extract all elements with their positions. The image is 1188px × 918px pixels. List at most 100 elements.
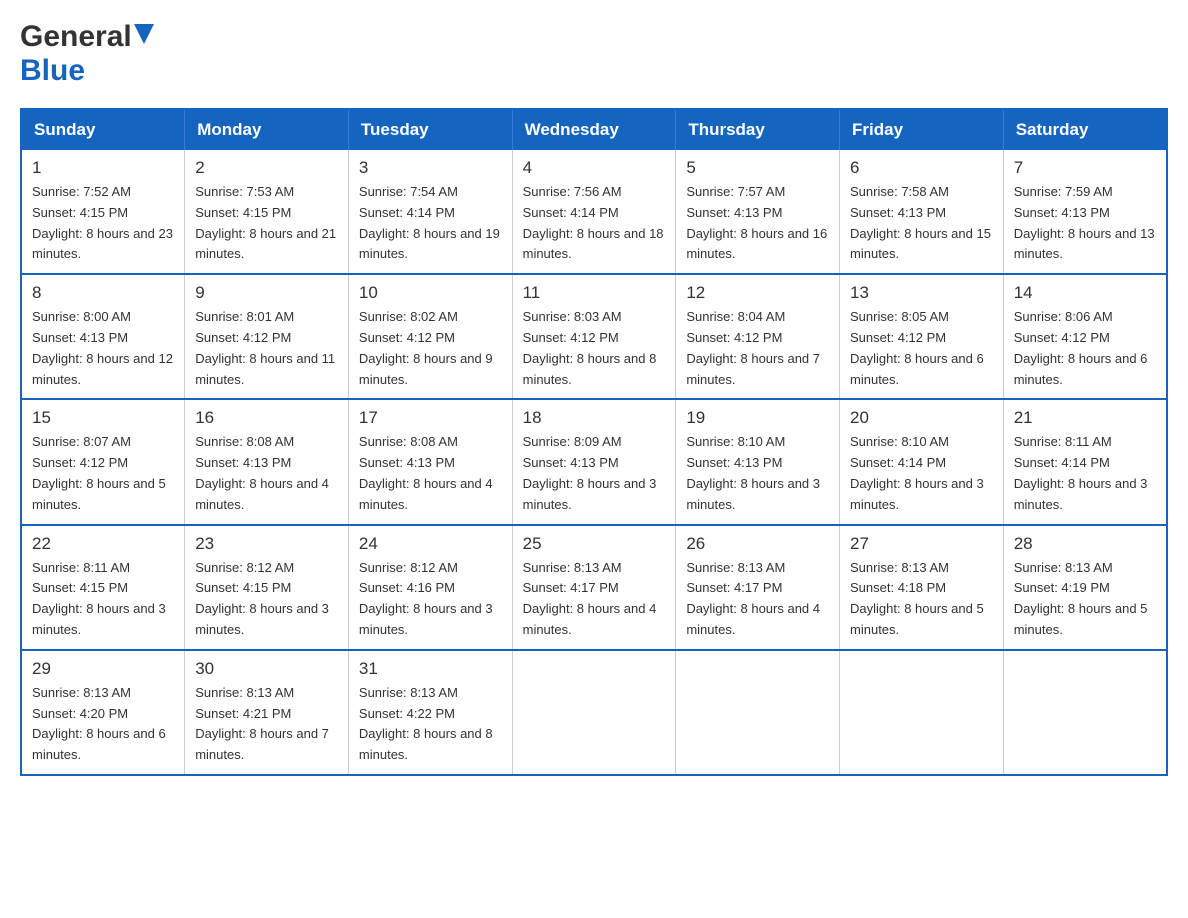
day-info: Sunrise: 8:04 AM Sunset: 4:12 PM Dayligh… (686, 307, 829, 390)
day-header-monday: Monday (185, 109, 349, 150)
calendar-body: 1 Sunrise: 7:52 AM Sunset: 4:15 PM Dayli… (21, 150, 1167, 775)
day-info: Sunrise: 8:12 AM Sunset: 4:15 PM Dayligh… (195, 558, 338, 641)
calendar-cell: 22 Sunrise: 8:11 AM Sunset: 4:15 PM Dayl… (21, 525, 185, 650)
calendar-cell: 21 Sunrise: 8:11 AM Sunset: 4:14 PM Dayl… (1003, 399, 1167, 524)
day-number: 11 (523, 283, 666, 303)
day-number: 27 (850, 534, 993, 554)
day-number: 2 (195, 158, 338, 178)
day-number: 1 (32, 158, 174, 178)
day-info: Sunrise: 8:13 AM Sunset: 4:22 PM Dayligh… (359, 683, 502, 766)
calendar-week-row: 29 Sunrise: 8:13 AM Sunset: 4:20 PM Dayl… (21, 650, 1167, 775)
day-info: Sunrise: 8:10 AM Sunset: 4:14 PM Dayligh… (850, 432, 993, 515)
calendar-cell: 19 Sunrise: 8:10 AM Sunset: 4:13 PM Dayl… (676, 399, 840, 524)
calendar-cell: 13 Sunrise: 8:05 AM Sunset: 4:12 PM Dayl… (840, 274, 1004, 399)
calendar-cell: 8 Sunrise: 8:00 AM Sunset: 4:13 PM Dayli… (21, 274, 185, 399)
day-number: 26 (686, 534, 829, 554)
calendar-cell: 4 Sunrise: 7:56 AM Sunset: 4:14 PM Dayli… (512, 150, 676, 274)
calendar-cell: 14 Sunrise: 8:06 AM Sunset: 4:12 PM Dayl… (1003, 274, 1167, 399)
calendar-cell: 25 Sunrise: 8:13 AM Sunset: 4:17 PM Dayl… (512, 525, 676, 650)
day-number: 23 (195, 534, 338, 554)
day-number: 13 (850, 283, 993, 303)
day-info: Sunrise: 8:08 AM Sunset: 4:13 PM Dayligh… (359, 432, 502, 515)
calendar-cell: 6 Sunrise: 7:58 AM Sunset: 4:13 PM Dayli… (840, 150, 1004, 274)
calendar-week-row: 22 Sunrise: 8:11 AM Sunset: 4:15 PM Dayl… (21, 525, 1167, 650)
day-number: 25 (523, 534, 666, 554)
calendar-cell: 20 Sunrise: 8:10 AM Sunset: 4:14 PM Dayl… (840, 399, 1004, 524)
day-info: Sunrise: 8:02 AM Sunset: 4:12 PM Dayligh… (359, 307, 502, 390)
calendar-cell: 16 Sunrise: 8:08 AM Sunset: 4:13 PM Dayl… (185, 399, 349, 524)
day-number: 9 (195, 283, 338, 303)
day-header-saturday: Saturday (1003, 109, 1167, 150)
day-info: Sunrise: 8:13 AM Sunset: 4:17 PM Dayligh… (686, 558, 829, 641)
calendar-cell: 28 Sunrise: 8:13 AM Sunset: 4:19 PM Dayl… (1003, 525, 1167, 650)
day-info: Sunrise: 8:11 AM Sunset: 4:15 PM Dayligh… (32, 558, 174, 641)
day-info: Sunrise: 8:13 AM Sunset: 4:21 PM Dayligh… (195, 683, 338, 766)
calendar-cell: 11 Sunrise: 8:03 AM Sunset: 4:12 PM Dayl… (512, 274, 676, 399)
day-info: Sunrise: 7:53 AM Sunset: 4:15 PM Dayligh… (195, 182, 338, 265)
calendar-cell (840, 650, 1004, 775)
calendar-header: SundayMondayTuesdayWednesdayThursdayFrid… (21, 109, 1167, 150)
calendar-table: SundayMondayTuesdayWednesdayThursdayFrid… (20, 108, 1168, 776)
day-info: Sunrise: 7:56 AM Sunset: 4:14 PM Dayligh… (523, 182, 666, 265)
day-info: Sunrise: 8:13 AM Sunset: 4:17 PM Dayligh… (523, 558, 666, 641)
day-number: 19 (686, 408, 829, 428)
day-info: Sunrise: 8:13 AM Sunset: 4:19 PM Dayligh… (1014, 558, 1156, 641)
day-info: Sunrise: 8:08 AM Sunset: 4:13 PM Dayligh… (195, 432, 338, 515)
calendar-cell (1003, 650, 1167, 775)
calendar-cell: 1 Sunrise: 7:52 AM Sunset: 4:15 PM Dayli… (21, 150, 185, 274)
day-number: 15 (32, 408, 174, 428)
calendar-cell: 5 Sunrise: 7:57 AM Sunset: 4:13 PM Dayli… (676, 150, 840, 274)
day-number: 29 (32, 659, 174, 679)
day-header-sunday: Sunday (21, 109, 185, 150)
day-info: Sunrise: 8:13 AM Sunset: 4:18 PM Dayligh… (850, 558, 993, 641)
calendar-cell: 17 Sunrise: 8:08 AM Sunset: 4:13 PM Dayl… (348, 399, 512, 524)
day-headers-row: SundayMondayTuesdayWednesdayThursdayFrid… (21, 109, 1167, 150)
calendar-week-row: 8 Sunrise: 8:00 AM Sunset: 4:13 PM Dayli… (21, 274, 1167, 399)
calendar-cell: 3 Sunrise: 7:54 AM Sunset: 4:14 PM Dayli… (348, 150, 512, 274)
day-number: 21 (1014, 408, 1156, 428)
day-info: Sunrise: 8:09 AM Sunset: 4:13 PM Dayligh… (523, 432, 666, 515)
calendar-cell: 18 Sunrise: 8:09 AM Sunset: 4:13 PM Dayl… (512, 399, 676, 524)
day-info: Sunrise: 8:06 AM Sunset: 4:12 PM Dayligh… (1014, 307, 1156, 390)
day-number: 5 (686, 158, 829, 178)
day-number: 22 (32, 534, 174, 554)
day-number: 8 (32, 283, 174, 303)
logo: General Blue (20, 20, 154, 88)
day-number: 18 (523, 408, 666, 428)
calendar-week-row: 1 Sunrise: 7:52 AM Sunset: 4:15 PM Dayli… (21, 150, 1167, 274)
calendar-cell: 27 Sunrise: 8:13 AM Sunset: 4:18 PM Dayl… (840, 525, 1004, 650)
calendar-cell: 23 Sunrise: 8:12 AM Sunset: 4:15 PM Dayl… (185, 525, 349, 650)
day-info: Sunrise: 8:10 AM Sunset: 4:13 PM Dayligh… (686, 432, 829, 515)
page-header: General Blue (20, 20, 1168, 88)
day-info: Sunrise: 8:03 AM Sunset: 4:12 PM Dayligh… (523, 307, 666, 390)
calendar-week-row: 15 Sunrise: 8:07 AM Sunset: 4:12 PM Dayl… (21, 399, 1167, 524)
calendar-cell: 15 Sunrise: 8:07 AM Sunset: 4:12 PM Dayl… (21, 399, 185, 524)
day-header-thursday: Thursday (676, 109, 840, 150)
day-number: 16 (195, 408, 338, 428)
day-header-wednesday: Wednesday (512, 109, 676, 150)
day-header-friday: Friday (840, 109, 1004, 150)
logo-arrow-icon (134, 24, 154, 51)
day-number: 4 (523, 158, 666, 178)
day-number: 6 (850, 158, 993, 178)
calendar-cell: 29 Sunrise: 8:13 AM Sunset: 4:20 PM Dayl… (21, 650, 185, 775)
day-number: 12 (686, 283, 829, 303)
day-number: 7 (1014, 158, 1156, 178)
day-info: Sunrise: 7:58 AM Sunset: 4:13 PM Dayligh… (850, 182, 993, 265)
day-number: 30 (195, 659, 338, 679)
day-number: 28 (1014, 534, 1156, 554)
calendar-cell: 10 Sunrise: 8:02 AM Sunset: 4:12 PM Dayl… (348, 274, 512, 399)
day-number: 3 (359, 158, 502, 178)
day-info: Sunrise: 8:12 AM Sunset: 4:16 PM Dayligh… (359, 558, 502, 641)
logo-blue-text: Blue (20, 54, 85, 88)
day-number: 24 (359, 534, 502, 554)
day-info: Sunrise: 7:57 AM Sunset: 4:13 PM Dayligh… (686, 182, 829, 265)
day-info: Sunrise: 8:01 AM Sunset: 4:12 PM Dayligh… (195, 307, 338, 390)
calendar-cell: 9 Sunrise: 8:01 AM Sunset: 4:12 PM Dayli… (185, 274, 349, 399)
calendar-cell (676, 650, 840, 775)
day-info: Sunrise: 8:07 AM Sunset: 4:12 PM Dayligh… (32, 432, 174, 515)
day-number: 10 (359, 283, 502, 303)
day-number: 17 (359, 408, 502, 428)
day-number: 31 (359, 659, 502, 679)
day-header-tuesday: Tuesday (348, 109, 512, 150)
